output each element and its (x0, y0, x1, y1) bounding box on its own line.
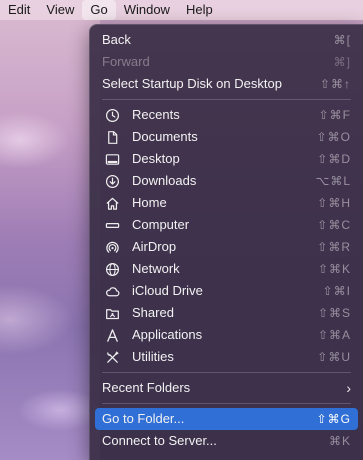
menu-item-go-to-folder[interactable]: Go to Folder... ⇧⌘G (95, 408, 358, 430)
menu-item-documents[interactable]: Documents ⇧⌘O (90, 126, 363, 148)
menu-item-label: iCloud Drive (132, 283, 203, 298)
shortcut: ⌥⌘L (315, 174, 351, 188)
menu-item-airdrop[interactable]: AirDrop ⇧⌘R (90, 236, 363, 258)
menu-item-recents[interactable]: Recents ⇧⌘F (90, 104, 363, 126)
shortcut: ⇧⌘C (317, 218, 351, 232)
shortcut: ⇧⌘K (317, 262, 351, 276)
menu-item-computer[interactable]: Computer ⇧⌘C (90, 214, 363, 236)
shortcut: ⇧⌘G (316, 412, 351, 426)
shortcut: ⇧⌘U (317, 350, 351, 364)
menu-item-back[interactable]: Back ⌘[ (90, 29, 363, 51)
menu-item-shared[interactable]: Shared ⇧⌘S (90, 302, 363, 324)
menu-item-label: Connect to Server... (102, 433, 217, 448)
menu-separator (102, 403, 351, 404)
desktop-wallpaper (0, 20, 100, 460)
menu-item-label: Shared (132, 305, 174, 320)
menu-edit[interactable]: Edit (0, 0, 38, 20)
menu-item-home[interactable]: Home ⇧⌘H (90, 192, 363, 214)
document-icon (104, 129, 120, 145)
menu-item-connect-to-server[interactable]: Connect to Server... ⌘K (90, 430, 363, 452)
shortcut: ⇧⌘R (317, 240, 351, 254)
menu-item-label: Recent Folders (102, 380, 191, 395)
menu-item-downloads[interactable]: Downloads ⌥⌘L (90, 170, 363, 192)
menu-item-label: Home (132, 195, 167, 210)
menu-item-forward: Forward ⌘] (90, 51, 363, 73)
menu-item-label: Downloads (132, 173, 197, 188)
menu-item-label: Forward (102, 54, 150, 69)
menu-item-label: Recents (132, 107, 180, 122)
menu-item-select-startup-disk[interactable]: Select Startup Disk on Desktop ⇧⌘↑ (90, 73, 363, 95)
menu-item-icloud-drive[interactable]: iCloud Drive ⇧⌘I (90, 280, 363, 302)
airdrop-icon (104, 239, 120, 255)
menu-item-utilities[interactable]: Utilities ⇧⌘U (90, 346, 363, 368)
shortcut: ⌘[ (333, 33, 351, 47)
menu-view[interactable]: View (38, 0, 82, 20)
menu-window[interactable]: Window (116, 0, 178, 20)
home-icon (104, 195, 120, 211)
menu-item-label: Go to Folder... (102, 411, 185, 426)
shortcut: ⇧⌘A (317, 328, 351, 342)
menu-item-label: Desktop (132, 151, 180, 166)
chevron-right-icon: › (346, 380, 351, 396)
menu-help[interactable]: Help (178, 0, 221, 20)
network-icon (104, 261, 120, 277)
menu-item-label: Applications (132, 327, 203, 342)
menu-item-network[interactable]: Network ⇧⌘K (90, 258, 363, 280)
menu-go[interactable]: Go (82, 0, 116, 20)
menu-item-label: Select Startup Disk on Desktop (102, 76, 282, 91)
menu-item-label: AirDrop (132, 239, 177, 254)
desktop-icon (104, 151, 120, 167)
menu-item-label: Back (102, 32, 131, 47)
clock-icon (104, 107, 120, 123)
utilities-icon (104, 349, 120, 365)
menu-item-label: Network (132, 261, 180, 276)
shortcut: ⇧⌘F (318, 108, 351, 122)
shortcut: ⌘K (328, 434, 351, 448)
menu-item-label: Documents (132, 129, 198, 144)
shortcut: ⇧⌘O (316, 130, 351, 144)
menu-separator (102, 99, 351, 100)
shared-folder-icon (104, 305, 120, 321)
shortcut: ⇧⌘H (317, 196, 351, 210)
menu-item-label: Utilities (132, 349, 174, 364)
menu-item-desktop[interactable]: Desktop ⇧⌘D (90, 148, 363, 170)
download-icon (104, 173, 120, 189)
shortcut: ⌘] (333, 55, 351, 69)
menu-item-label: Computer (132, 217, 190, 232)
go-menu-dropdown: Back ⌘[ Forward ⌘] Select Startup Disk o… (89, 24, 363, 460)
shortcut: ⇧⌘S (317, 306, 351, 320)
applications-icon (104, 327, 120, 343)
shortcut: ⇧⌘D (317, 152, 351, 166)
shortcut: ⇧⌘↑ (319, 77, 351, 91)
cloud-icon (104, 283, 120, 299)
computer-icon (104, 217, 120, 233)
menu-bar: Edit View Go Window Help (0, 0, 363, 20)
menu-item-applications[interactable]: Applications ⇧⌘A (90, 324, 363, 346)
menu-separator (102, 372, 351, 373)
shortcut: ⇧⌘I (322, 284, 351, 298)
menu-item-recent-folders[interactable]: Recent Folders › (90, 377, 363, 399)
